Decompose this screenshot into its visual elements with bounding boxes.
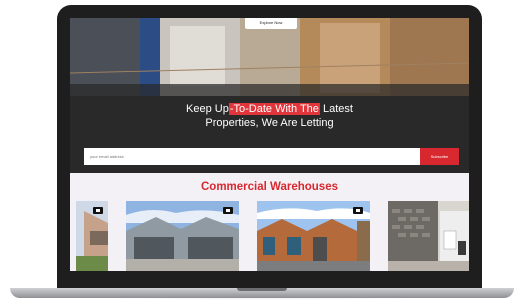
property-card[interactable] [257,201,370,271]
property-photo [388,201,469,271]
property-photo [76,201,108,271]
property-card[interactable] [76,201,108,271]
property-card[interactable] [126,201,239,271]
camera-icon [223,207,233,214]
explore-now-button[interactable]: Explore Now [245,18,297,29]
camera-icon [353,207,363,214]
property-card[interactable] [388,201,469,271]
email-field[interactable] [84,148,420,165]
website-screen: Explore Now Keep Up-To-Date With The Lat… [70,18,469,271]
laptop-notch [237,288,287,291]
headline-highlight: -To-Date With The [228,103,320,115]
section-title: Commercial Warehouses [201,181,338,193]
subscribe-button[interactable]: Subscribe [420,148,459,165]
hero-headline: Keep Up-To-Date With The Latest Properti… [186,103,353,129]
hero-section: Explore Now Keep Up-To-Date With The Lat… [70,18,469,173]
camera-icon [93,207,103,214]
